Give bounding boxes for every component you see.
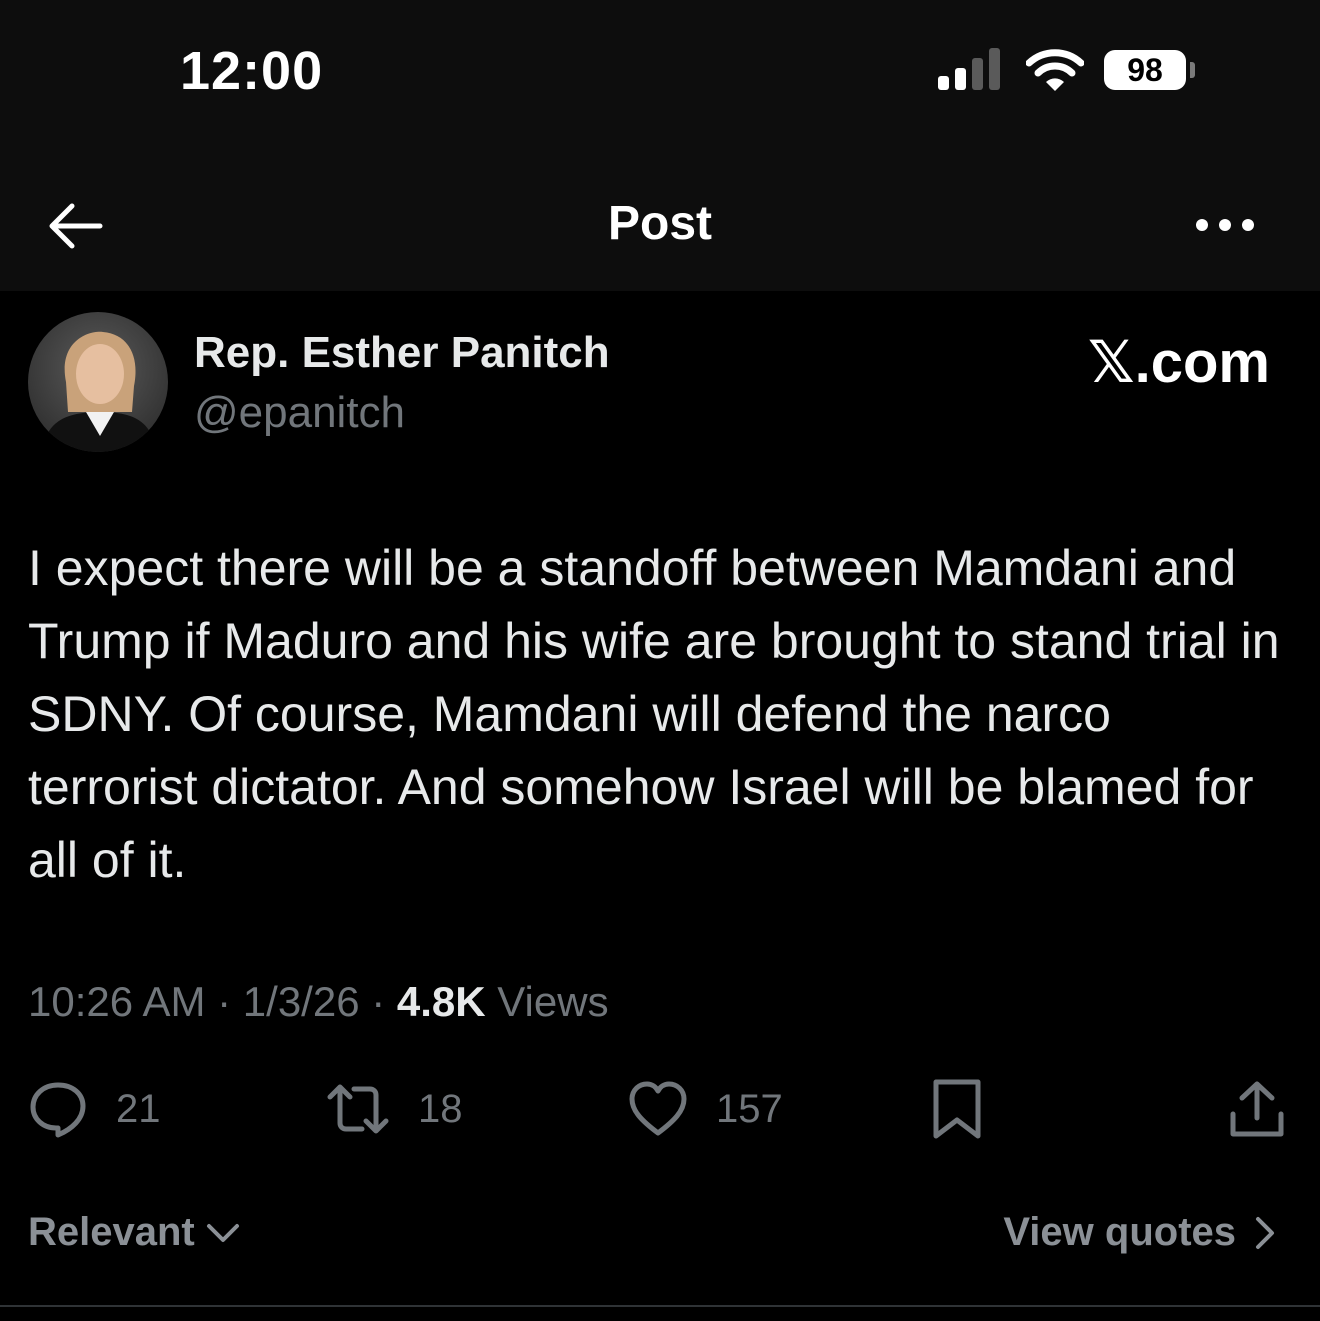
views-label: Views (497, 978, 609, 1025)
like-count: 157 (716, 1086, 783, 1131)
top-bar: 12:00 98 Post (0, 0, 1320, 291)
wifi-icon (1026, 49, 1084, 91)
meta-separator: · (217, 978, 243, 1025)
reply-button[interactable]: 21 (28, 1074, 161, 1144)
chevron-right-icon (1256, 1216, 1274, 1249)
chevron-down-icon (206, 1223, 239, 1242)
bookmark-button[interactable] (930, 1074, 984, 1144)
like-button[interactable]: 157 (628, 1074, 783, 1144)
repost-button[interactable]: 18 (326, 1074, 463, 1144)
reply-icon (30, 1082, 86, 1138)
divider (0, 1305, 1320, 1307)
view-quotes-label: View quotes (1003, 1210, 1236, 1254)
page-title: Post (607, 197, 712, 250)
meta-separator: · (371, 978, 397, 1025)
repost-count: 18 (418, 1086, 463, 1131)
post-text: I expect there will be a standoff betwee… (28, 540, 1280, 888)
share-button[interactable] (1228, 1074, 1286, 1144)
avatar[interactable] (28, 312, 168, 452)
battery-indicator: 98 (1104, 50, 1186, 90)
sort-dropdown[interactable]: Relevant (28, 1210, 243, 1255)
post-date: 1/3/26 (242, 978, 360, 1025)
author-handle[interactable]: @epanitch (194, 388, 405, 438)
heart-icon (629, 1081, 687, 1136)
view-quotes-link[interactable]: View quotes (1003, 1210, 1280, 1255)
post-meta: 10:26 AM · 1/3/26 · 4.8K Views (28, 978, 609, 1026)
post-time: 10:26 AM (28, 978, 206, 1025)
repost-icon (327, 1084, 389, 1134)
author-name[interactable]: Rep. Esther Panitch (194, 328, 610, 378)
more-horizontal-icon[interactable] (1194, 212, 1256, 238)
brand-watermark: 𝕏.com (1087, 330, 1270, 395)
bookmark-icon (933, 1079, 981, 1139)
sort-label: Relevant (28, 1210, 195, 1254)
battery-tip (1190, 62, 1195, 78)
share-icon (1230, 1081, 1284, 1137)
reply-count: 21 (116, 1086, 161, 1131)
status-time: 12:00 (180, 41, 324, 101)
views-count: 4.8K (396, 978, 486, 1025)
cellular-signal-icon (938, 48, 1000, 90)
